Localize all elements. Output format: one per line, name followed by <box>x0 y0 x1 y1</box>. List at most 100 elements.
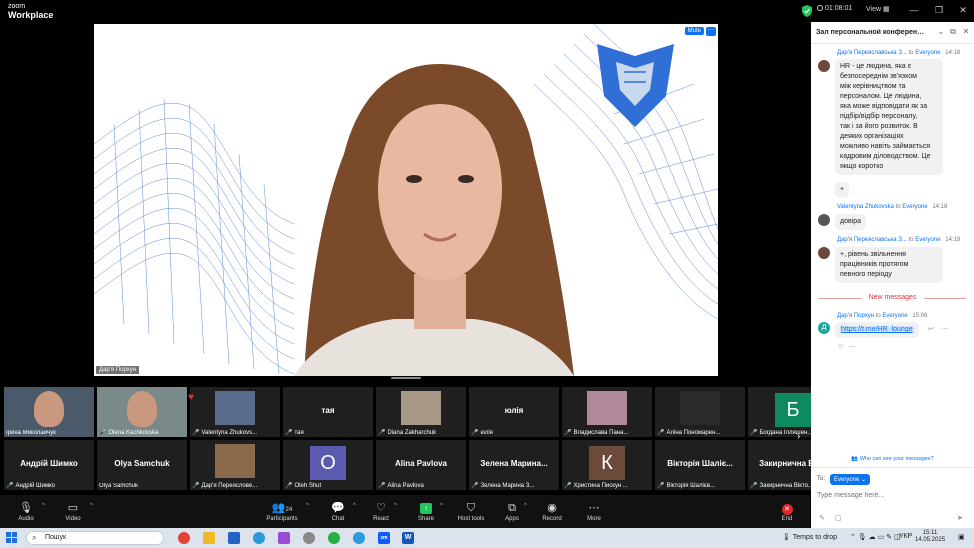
taskbar-search[interactable]: ⌕ Пошук <box>26 531 164 545</box>
message-time: 14:18 <box>945 50 961 56</box>
more-button[interactable]: ⋯ More <box>574 501 614 522</box>
participant-tile[interactable]: Olya Samchuk Olya Samchuk <box>97 440 187 490</box>
muted-mic-icon: 🎤 <box>99 430 107 436</box>
close-chat-icon[interactable]: ✕ <box>961 27 971 37</box>
apps-label: Apps <box>505 516 519 522</box>
record-button[interactable]: ◉ Record <box>532 501 572 522</box>
telegram-icon[interactable] <box>353 532 365 544</box>
message-more-icon[interactable]: ⋯ <box>849 343 856 351</box>
participant-tile[interactable]: 🎤 Дар'я Переяслове... <box>190 440 280 490</box>
apps-options-icon[interactable]: ^ <box>524 503 527 509</box>
notifications-icon[interactable]: ▣ <box>958 533 965 541</box>
message-more-icon[interactable]: ⋯ <box>941 325 948 333</box>
temperature-icon: 🌡 <box>782 534 791 541</box>
reply-icon[interactable]: ↩ <box>928 325 934 333</box>
share-options-icon[interactable]: ^ <box>440 503 443 509</box>
muted-mic-icon: 🎤 <box>564 430 572 436</box>
chrome-icon[interactable] <box>178 532 190 544</box>
message-link[interactable]: https://t.me/HR_lounge <box>840 326 914 333</box>
sender-name[interactable]: Дар'я Порхун <box>837 313 874 319</box>
participant-tile[interactable]: 🎤 Valentyna Zhukovs... <box>190 387 280 437</box>
video-button[interactable]: ▭ Video <box>53 501 93 522</box>
format-text-icon[interactable]: ✎ <box>819 514 825 522</box>
participant-tile[interactable]: 🎤 Аліна Пономарен... <box>655 387 745 437</box>
input-language[interactable]: УКР <box>899 533 912 540</box>
message-line: можливо навіть займається <box>840 143 931 150</box>
audio-options-icon[interactable]: ^ <box>42 503 45 509</box>
muted-mic-icon: 🎤 <box>471 483 479 489</box>
video-more-button[interactable]: ··· <box>706 27 716 36</box>
participant-tile[interactable]: O 🎤 Oleh Shut <box>283 440 373 490</box>
add-reaction-icon[interactable]: ☺ <box>837 343 844 350</box>
participant-name: тая <box>294 430 304 436</box>
participant-name: Владислава Пана... <box>573 430 629 436</box>
word-icon[interactable]: W <box>402 532 414 544</box>
sender-name[interactable]: Дар'я Переяславська З... <box>837 50 907 56</box>
video-label: Video <box>65 516 81 522</box>
chat-button[interactable]: 💬 Chat <box>318 501 358 522</box>
participant-thumbnail <box>587 391 627 425</box>
video-options-icon[interactable]: ^ <box>90 503 93 509</box>
participant-name-label: 🎤 Diana Zakharchuk <box>378 429 436 436</box>
participant-tile[interactable]: Зелена Марина... 🎤 Зелена Марина З... <box>469 440 559 490</box>
resize-handle[interactable] <box>391 377 421 379</box>
participant-thumbnail <box>401 391 441 425</box>
participant-tile[interactable]: Андрій Шимко 🎤 Андрій Шимко <box>4 440 94 490</box>
chevron-down-icon[interactable]: ⌄ <box>936 27 946 37</box>
chat-options-icon[interactable]: ^ <box>353 503 356 509</box>
file-explorer-icon[interactable] <box>203 532 215 544</box>
participants-button[interactable]: 👥24 Participants <box>262 501 302 522</box>
app-icon[interactable] <box>303 532 315 544</box>
message-line: працівників протягом <box>840 261 909 268</box>
windows-start-icon[interactable] <box>6 532 17 543</box>
tray-icons[interactable]: ⌃ 🎙 ☁ ▭ ✎ ◫ <box>850 533 901 541</box>
host-tools-label: Host tools <box>457 516 485 522</box>
audio-label: Audio <box>18 516 34 522</box>
active-speaker-video[interactable]: Дар'я Порхун Mute ··· <box>94 24 718 376</box>
sender-name[interactable]: Дар'я Переяславська З... <box>837 237 907 243</box>
view-button[interactable]: View ▦ <box>866 5 890 13</box>
participant-tile[interactable]: Alina Pavlova 🎤 Alina Pavlova <box>376 440 466 490</box>
encryption-shield-icon[interactable] <box>802 5 812 17</box>
participant-name-label: 🎤 Андрій Шимко <box>6 482 55 489</box>
muted-mic-icon: 🎤 <box>6 483 14 489</box>
participant-tile[interactable]: 🎤 Владислава Пана... <box>562 387 652 437</box>
message-line: між керівництвом та <box>840 83 906 90</box>
participant-tile[interactable]: тая 🎤 тая <box>283 387 373 437</box>
participants-options-icon[interactable]: ^ <box>306 503 309 509</box>
participant-tile[interactable]: юлія 🎤 юлія <box>469 387 559 437</box>
messenger-icon[interactable] <box>278 532 290 544</box>
gallery-next-icon[interactable]: › <box>797 431 800 442</box>
chat-message-input[interactable] <box>815 488 970 502</box>
audio-button[interactable]: 🎙 Audio <box>6 501 46 522</box>
participant-tile[interactable]: Вікторія Шаліє... 🎤 Вікторія Шалієв... <box>655 440 745 490</box>
mute-participant-button[interactable]: Mute <box>684 27 704 35</box>
who-can-see-link[interactable]: 👥 Who can see your messages? <box>811 456 974 462</box>
participant-tile[interactable]: 🎤 Olena Kachkovska <box>97 387 187 437</box>
react-options-icon[interactable]: ^ <box>394 503 397 509</box>
message-time: 14:18 <box>932 204 948 210</box>
popout-icon[interactable]: ⧉ <box>948 27 958 37</box>
zoom-taskbar-icon[interactable]: zm <box>378 532 390 544</box>
send-icon[interactable]: ➤ <box>957 514 963 522</box>
restore-icon[interactable]: ❐ <box>933 4 945 16</box>
sender-name[interactable]: Valentyna Zhukovska <box>837 204 894 210</box>
recipient-select[interactable]: Everyone ⌄ <box>830 474 871 485</box>
end-meeting-button[interactable]: ✕ End <box>767 501 807 522</box>
browser-icon[interactable] <box>253 532 265 544</box>
participant-tile[interactable]: Ірина Миколайчук <box>4 387 94 437</box>
file-icon[interactable]: ▢ <box>835 514 842 522</box>
participant-tile[interactable]: К 🎤 Христина Пискун ... <box>562 440 652 490</box>
security-app-icon[interactable] <box>228 532 240 544</box>
participant-thumbnail <box>215 391 255 425</box>
host-tools-button[interactable]: ⛉ Host tools <box>451 501 491 522</box>
recipient: Everyone <box>882 313 908 319</box>
close-window-icon[interactable]: ✕ <box>957 4 969 16</box>
participant-tile[interactable]: 🎤 Diana Zakharchuk <box>376 387 466 437</box>
participant-video <box>34 391 64 427</box>
weather-widget[interactable]: 🌡 Temps to drop <box>782 533 837 541</box>
divider <box>924 298 966 299</box>
whatsapp-icon[interactable] <box>328 532 340 544</box>
minimize-icon[interactable]: — <box>908 4 920 16</box>
taskbar-clock[interactable]: 15:11 14.05.2025 <box>915 530 945 544</box>
